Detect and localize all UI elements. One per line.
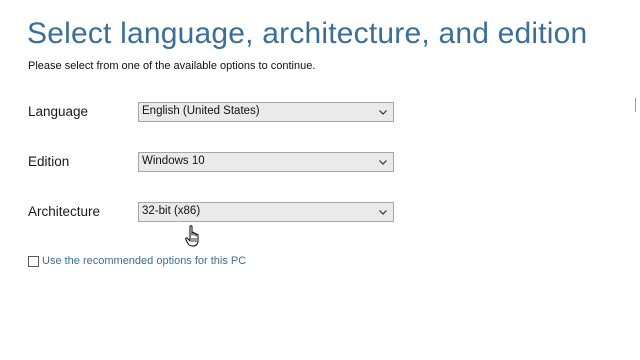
language-select[interactable]: English (United States) [138,102,394,122]
architecture-select[interactable]: 32-bit (x86) [138,202,394,222]
page-title: Select language, architecture, and editi… [27,17,588,50]
edition-label: Edition [28,154,70,169]
language-label: Language [28,104,89,119]
chevron-down-icon [379,110,387,115]
chevron-down-icon [379,210,387,215]
scrollbar-edge [635,98,636,112]
architecture-select-value: 32-bit (x86) [142,205,201,217]
hand-pointer-icon [185,225,199,247]
page-subtitle: Please select from one of the available … [28,60,316,72]
edition-select[interactable]: Windows 10 [138,152,394,172]
recommended-options-checkbox[interactable] [28,256,39,267]
language-select-value: English (United States) [142,105,260,117]
select-language-page: Select language, architecture, and editi… [0,0,640,360]
chevron-down-icon [379,160,387,165]
architecture-label: Architecture [28,204,101,219]
edition-select-value: Windows 10 [142,155,205,167]
recommended-options-label[interactable]: Use the recommended options for this PC [42,255,246,267]
